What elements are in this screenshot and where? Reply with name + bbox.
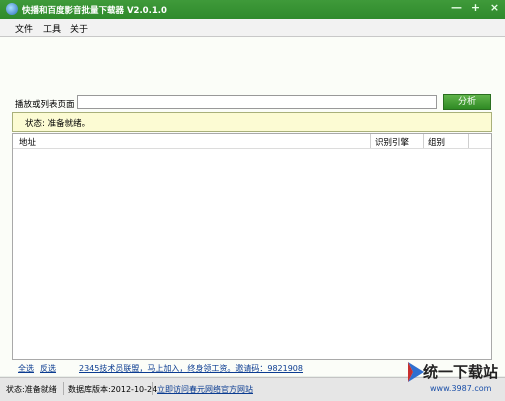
- column-separator[interactable]: [370, 134, 371, 148]
- statusbar-divider: [63, 382, 64, 395]
- status-box: 状态: 准备就绪。: [12, 112, 492, 132]
- column-separator[interactable]: [423, 134, 424, 148]
- watermark-url: www.3987.com: [430, 384, 492, 393]
- menu-bar: 文件 工具 关于: [0, 19, 505, 37]
- select-all-link[interactable]: 全选: [18, 363, 34, 374]
- statusbar-db-version: 数据库版本:2012-10-24: [68, 385, 158, 394]
- title-bar: 快播和百度影音批量下载器 V2.0.1.0 — + ×: [0, 0, 505, 19]
- close-button[interactable]: ×: [488, 1, 501, 14]
- menu-about[interactable]: 关于: [70, 22, 88, 35]
- window-title: 快播和百度影音批量下载器 V2.0.1.0: [22, 6, 167, 16]
- column-separator[interactable]: [468, 134, 469, 148]
- invert-selection-link[interactable]: 反选: [40, 363, 56, 374]
- statusbar-divider: [152, 382, 153, 395]
- promo-link[interactable]: 2345技术员联盟，马上加入，终身领工资。邀请码：9821908: [79, 363, 303, 374]
- statusbar-status: 状态:准备就绪: [6, 385, 57, 394]
- status-message: 状态: 准备就绪。: [25, 119, 91, 129]
- watermark-title: 统一下载站: [423, 363, 499, 381]
- column-header-group[interactable]: 组别: [428, 136, 445, 148]
- watermark: 统一下载站 www.3987.com: [405, 352, 505, 400]
- minimize-button[interactable]: —: [450, 1, 463, 14]
- menu-file[interactable]: 文件: [15, 22, 33, 35]
- table-header: 地址 识别引擎 组别: [13, 134, 491, 149]
- window-controls: — + ×: [450, 1, 501, 14]
- official-site-link[interactable]: 立即访问春元网络官方网站: [157, 384, 253, 395]
- app-icon: [6, 3, 18, 15]
- column-header-engine[interactable]: 识别引擎: [375, 136, 409, 148]
- menu-tools[interactable]: 工具: [43, 22, 61, 35]
- analyze-button[interactable]: 分析: [443, 94, 491, 110]
- url-input[interactable]: [77, 95, 437, 109]
- column-header-address[interactable]: 地址: [19, 136, 36, 148]
- results-table[interactable]: 地址 识别引擎 组别: [12, 133, 492, 360]
- url-label: 播放或列表页面: [15, 100, 75, 110]
- maximize-button[interactable]: +: [469, 1, 482, 14]
